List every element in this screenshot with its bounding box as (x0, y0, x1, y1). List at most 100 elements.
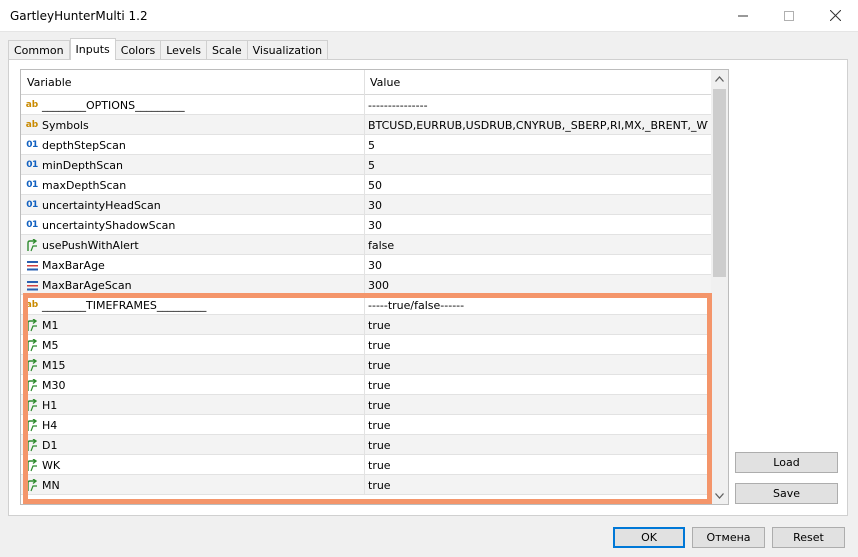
tab-colors[interactable]: Colors (115, 40, 162, 60)
boolean-arrow-icon (25, 358, 39, 372)
variable-value[interactable]: true (368, 319, 708, 332)
variable-value[interactable]: true (368, 359, 708, 372)
maximize-icon (784, 10, 794, 21)
variable-value[interactable]: 30 (368, 259, 708, 272)
window-title: GartleyHunterMulti 1.2 (10, 9, 148, 23)
minimize-icon (738, 15, 748, 16)
variable-name: uncertaintyShadowScan (42, 219, 176, 232)
chevron-up-icon (715, 75, 724, 82)
variable-name: ________OPTIONS_________ (42, 99, 185, 112)
header-divider[interactable] (364, 70, 365, 95)
table-row[interactable]: H4 true (21, 415, 711, 435)
variable-value[interactable]: 30 (368, 219, 708, 232)
variable-value[interactable]: true (368, 439, 708, 452)
variable-value[interactable]: --------------- (368, 99, 708, 112)
table-row[interactable]: WK true (21, 455, 711, 475)
variable-value[interactable]: 300 (368, 279, 708, 292)
save-button[interactable]: Save (735, 483, 838, 504)
boolean-arrow-icon (25, 318, 39, 332)
variable-name: MaxBarAgeScan (42, 279, 132, 292)
table-row[interactable]: ab Symbols BTCUSD,EURRUB,USDRUB,CNYRUB,_SB… (21, 115, 711, 135)
cell-divider (364, 395, 365, 415)
variable-value[interactable]: false (368, 239, 708, 252)
header-variable[interactable]: Variable (27, 76, 72, 89)
table-row[interactable]: MaxBarAge 30 (21, 255, 711, 275)
maximize-button[interactable] (766, 0, 812, 31)
tab-visualization[interactable]: Visualization (247, 40, 329, 60)
scroll-down-button[interactable] (711, 487, 728, 504)
cancel-button[interactable]: Отмена (692, 527, 765, 548)
cell-divider (364, 235, 365, 255)
table-row[interactable]: M30 true (21, 375, 711, 395)
variable-value[interactable]: true (368, 379, 708, 392)
boolean-arrow-icon (25, 458, 39, 472)
table-row[interactable]: D1 true (21, 435, 711, 455)
integer-type-icon: 01 (26, 220, 38, 230)
load-button[interactable]: Load (735, 452, 838, 473)
cell-divider (364, 155, 365, 175)
string-type-icon: ab (25, 100, 39, 110)
variable-name: Symbols (42, 119, 89, 132)
table-row[interactable]: MN true (21, 475, 711, 495)
cell-divider (364, 415, 365, 435)
cell-divider (364, 335, 365, 355)
header-value[interactable]: Value (370, 76, 400, 89)
variable-name: uncertaintyHeadScan (42, 199, 161, 212)
variable-name: M5 (42, 339, 59, 352)
title-bar: GartleyHunterMulti 1.2 (0, 0, 858, 32)
tab-strip: Common Inputs Colors Levels Scale Visual… (8, 38, 329, 60)
scroll-up-button[interactable] (711, 70, 728, 87)
variable-name: depthStepScan (42, 139, 126, 152)
enum-list-icon (25, 258, 39, 272)
table-row[interactable]: M15 true (21, 355, 711, 375)
cell-divider (364, 355, 365, 375)
variable-value[interactable]: 5 (368, 159, 708, 172)
variable-name: M15 (42, 359, 66, 372)
table-row[interactable]: usePushWithAlert false (21, 235, 711, 255)
ok-button[interactable]: OK (613, 527, 685, 548)
variable-value[interactable]: true (368, 459, 708, 472)
scrollbar-thumb[interactable] (713, 89, 726, 277)
tab-common[interactable]: Common (8, 40, 70, 60)
variable-value[interactable]: 5 (368, 139, 708, 152)
tab-inputs[interactable]: Inputs (69, 38, 116, 60)
inputs-panel: Variable Value ab ________OPTIONS________… (8, 59, 848, 516)
table-row[interactable]: 01 minDepthScan 5 (21, 155, 711, 175)
vertical-scrollbar[interactable] (711, 70, 728, 504)
variable-value[interactable]: 30 (368, 199, 708, 212)
variable-value[interactable]: true (368, 399, 708, 412)
table-row[interactable]: H1 true (21, 395, 711, 415)
variable-value[interactable]: BTCUSD,EURRUB,USDRUB,CNYRUB,_SBERP,RI,MX… (368, 119, 708, 132)
table-row[interactable]: ab ________OPTIONS_________ --------------… (21, 95, 711, 115)
integer-type-icon: 01 (26, 180, 38, 190)
table-row[interactable]: M1 true (21, 315, 711, 335)
minimize-button[interactable] (720, 0, 766, 31)
integer-type-icon: 01 (26, 160, 38, 170)
table-row[interactable]: MaxBarAgeScan 300 (21, 275, 711, 295)
boolean-arrow-icon (25, 238, 39, 252)
variable-value[interactable]: -----true/false------ (368, 299, 708, 312)
cell-divider (364, 115, 365, 135)
close-button[interactable] (812, 0, 858, 31)
cell-divider (364, 175, 365, 195)
table-row[interactable]: ab ________TIMEFRAMES_________ -----true/f… (21, 295, 711, 315)
variable-name: usePushWithAlert (42, 239, 139, 252)
string-type-icon: ab (25, 120, 39, 130)
cell-divider (364, 275, 365, 295)
tab-scale[interactable]: Scale (207, 40, 248, 60)
boolean-arrow-icon (25, 378, 39, 392)
variable-value[interactable]: 50 (368, 179, 708, 192)
variable-value[interactable]: true (368, 339, 708, 352)
variable-name: M30 (42, 379, 66, 392)
table-row[interactable]: 01 depthStepScan 5 (21, 135, 711, 155)
variable-value[interactable]: true (368, 419, 708, 432)
table-row[interactable]: 01 uncertaintyShadowScan 30 (21, 215, 711, 235)
tab-levels[interactable]: Levels (161, 40, 207, 60)
chevron-down-icon (715, 492, 724, 499)
table-row[interactable]: 01 maxDepthScan 50 (21, 175, 711, 195)
table-row[interactable]: M5 true (21, 335, 711, 355)
variable-value[interactable]: true (368, 479, 708, 492)
reset-button[interactable]: Reset (772, 527, 845, 548)
table-row[interactable]: 01 uncertaintyHeadScan 30 (21, 195, 711, 215)
cell-divider (364, 455, 365, 475)
